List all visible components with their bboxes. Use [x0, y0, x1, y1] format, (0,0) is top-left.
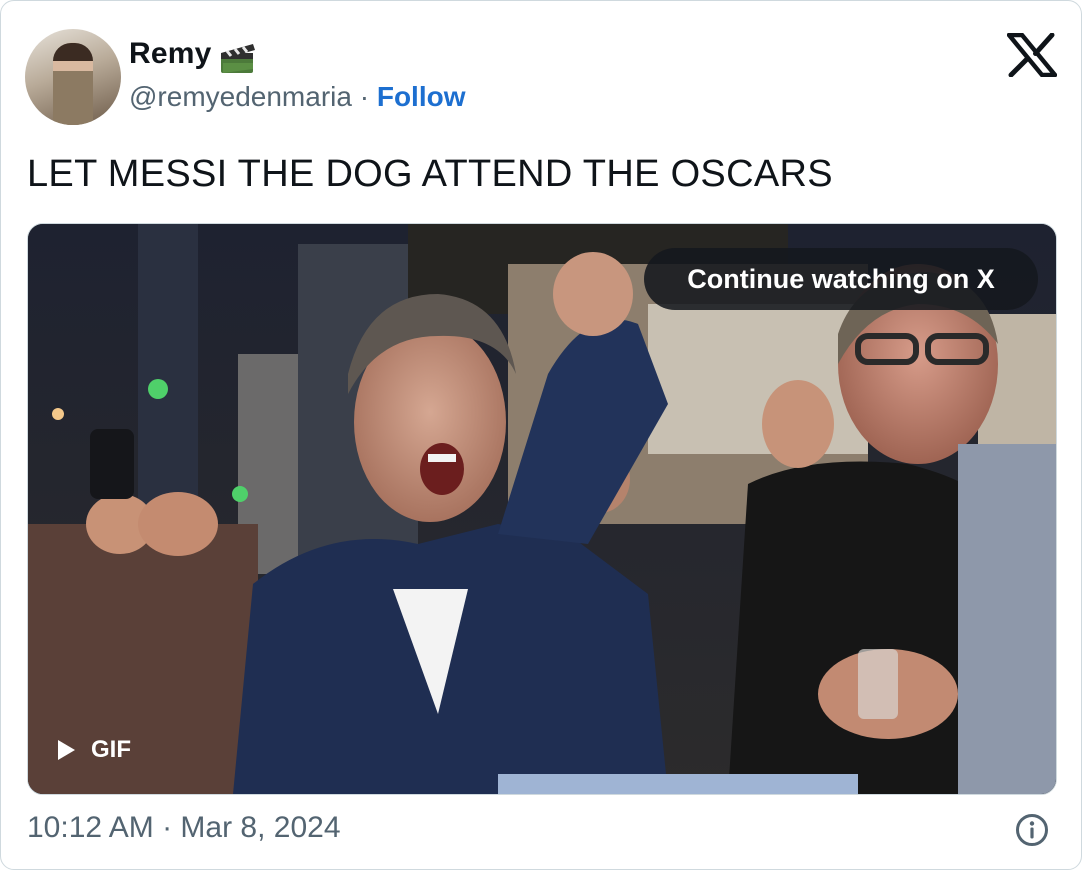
- separator-dot: ·: [359, 81, 370, 112]
- avatar[interactable]: [25, 29, 121, 125]
- gif-badge[interactable]: GIF: [58, 732, 131, 768]
- avatar-figure: [53, 43, 93, 125]
- gif-label: GIF: [91, 736, 131, 763]
- follow-button[interactable]: Follow: [377, 81, 466, 112]
- author-name[interactable]: Remy: [129, 37, 212, 71]
- info-icon[interactable]: [1015, 813, 1049, 847]
- continue-watching-button[interactable]: Continue watching on X: [644, 248, 1038, 310]
- play-icon: [58, 740, 75, 760]
- tweet-timestamp[interactable]: 10:12 AM · Mar 8, 2024: [27, 811, 341, 845]
- tweet-card: Remy @remyedenmaria · Follow LET MESSI T…: [0, 0, 1082, 870]
- x-logo-icon[interactable]: [1007, 33, 1057, 77]
- media-gif[interactable]: Continue watching on X GIF: [27, 223, 1057, 795]
- author-handle[interactable]: @remyedenmaria: [129, 81, 352, 112]
- handle-line: @remyedenmaria · Follow: [129, 81, 466, 113]
- tweet-text: LET MESSI THE DOG ATTEND THE OSCARS: [27, 153, 833, 195]
- clapper-board-icon: [221, 44, 255, 73]
